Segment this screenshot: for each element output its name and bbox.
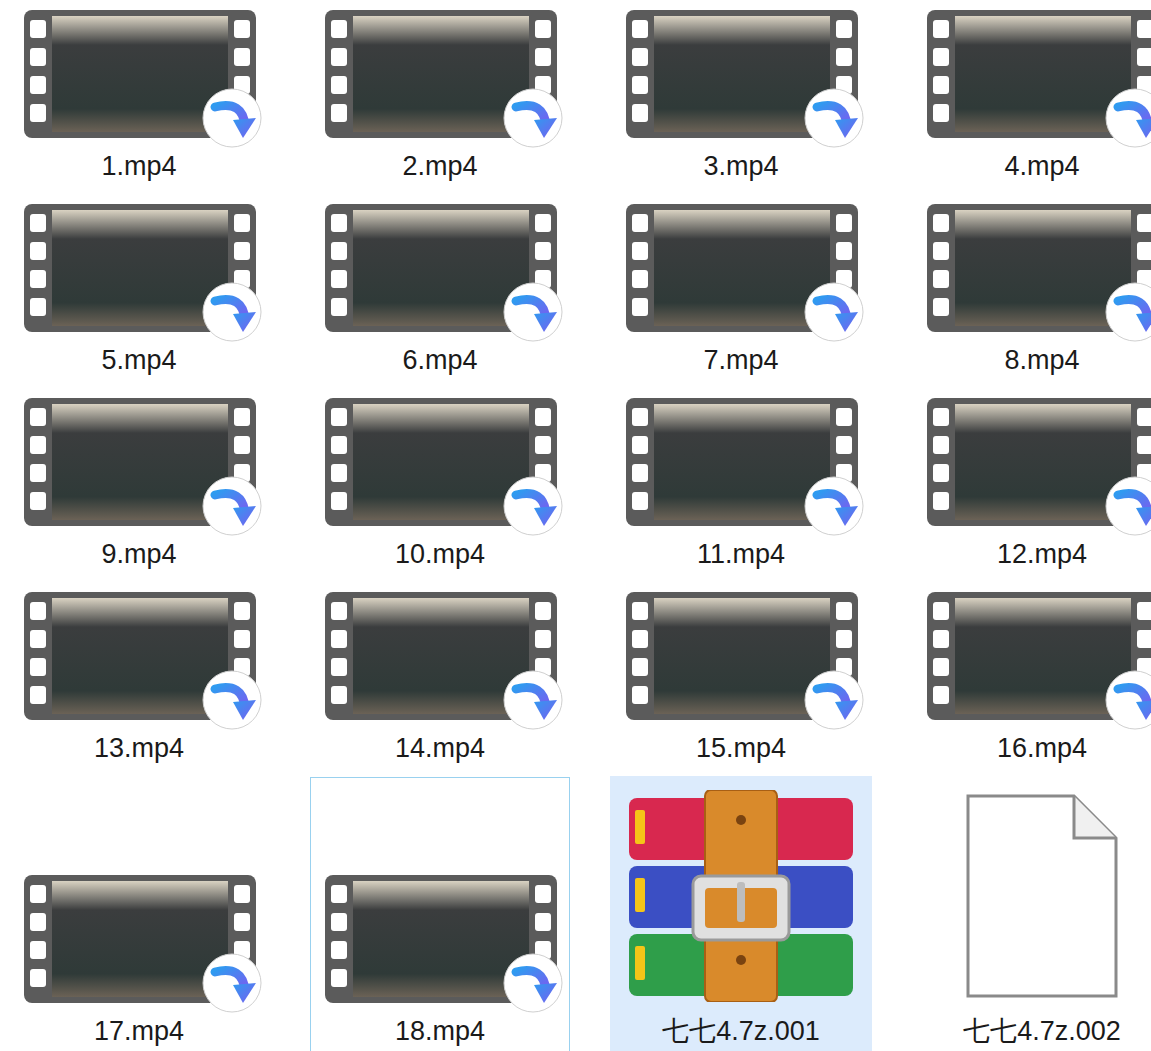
file-name[interactable]: 15.mp4 — [696, 732, 786, 764]
file-item[interactable]: 9.mp4 — [8, 388, 270, 582]
file-grid: 1.mp4 2.mp4 3.mp4 4.mp4 5.mp4 6.mp4 7.mp4 8.mp4… — [0, 0, 1151, 1051]
file-item[interactable]: 18.mp4 — [309, 776, 571, 1051]
video-thumbnail-icon[interactable] — [611, 592, 871, 732]
file-item[interactable]: 七七4.7z.002 — [911, 776, 1151, 1051]
file-item[interactable]: 3.mp4 — [610, 0, 872, 194]
file-name[interactable]: 13.mp4 — [94, 732, 184, 764]
blank-file-icon[interactable] — [912, 777, 1151, 1015]
video-thumbnail-icon[interactable] — [9, 398, 269, 538]
file-item[interactable]: 12.mp4 — [911, 388, 1151, 582]
video-thumbnail-icon[interactable] — [310, 10, 570, 150]
file-item[interactable]: 7.mp4 — [610, 194, 872, 388]
video-thumbnail-icon[interactable] — [912, 10, 1151, 150]
file-name[interactable]: 9.mp4 — [101, 538, 176, 570]
video-thumbnail-icon[interactable] — [912, 592, 1151, 732]
file-item[interactable]: 14.mp4 — [309, 582, 571, 776]
file-name[interactable]: 7.mp4 — [703, 344, 778, 376]
video-thumbnail-icon[interactable] — [310, 592, 570, 732]
file-name[interactable]: 12.mp4 — [997, 538, 1087, 570]
video-thumbnail-icon[interactable] — [9, 777, 269, 1015]
file-item[interactable]: 16.mp4 — [911, 582, 1151, 776]
file-name[interactable]: 18.mp4 — [395, 1015, 485, 1047]
file-name[interactable]: 1.mp4 — [101, 150, 176, 182]
file-item[interactable]: 10.mp4 — [309, 388, 571, 582]
file-name[interactable]: 14.mp4 — [395, 732, 485, 764]
video-thumbnail-icon[interactable] — [912, 204, 1151, 344]
video-thumbnail-icon[interactable] — [9, 10, 269, 150]
file-name[interactable]: 2.mp4 — [402, 150, 477, 182]
file-name[interactable]: 七七4.7z.001 — [662, 1015, 820, 1047]
video-thumbnail-icon[interactable] — [310, 398, 570, 538]
file-name[interactable]: 3.mp4 — [703, 150, 778, 182]
file-name[interactable]: 17.mp4 — [94, 1015, 184, 1047]
file-item[interactable]: 13.mp4 — [8, 582, 270, 776]
file-item[interactable]: 七七4.7z.001 — [610, 776, 872, 1051]
file-name[interactable]: 5.mp4 — [101, 344, 176, 376]
file-name[interactable]: 8.mp4 — [1004, 344, 1079, 376]
video-thumbnail-icon[interactable] — [611, 398, 871, 538]
video-thumbnail-icon[interactable] — [9, 592, 269, 732]
video-thumbnail-icon[interactable] — [310, 777, 570, 1015]
file-name[interactable]: 4.mp4 — [1004, 150, 1079, 182]
video-thumbnail-icon[interactable] — [611, 204, 871, 344]
file-item[interactable]: 4.mp4 — [911, 0, 1151, 194]
file-item[interactable]: 11.mp4 — [610, 388, 872, 582]
video-thumbnail-icon[interactable] — [611, 10, 871, 150]
file-item[interactable]: 8.mp4 — [911, 194, 1151, 388]
file-item[interactable]: 2.mp4 — [309, 0, 571, 194]
file-item[interactable]: 17.mp4 — [8, 776, 270, 1051]
video-thumbnail-icon[interactable] — [9, 204, 269, 344]
file-name[interactable]: 11.mp4 — [697, 538, 785, 570]
file-name[interactable]: 6.mp4 — [402, 344, 477, 376]
video-thumbnail-icon[interactable] — [912, 398, 1151, 538]
file-item[interactable]: 5.mp4 — [8, 194, 270, 388]
file-item[interactable]: 1.mp4 — [8, 0, 270, 194]
file-name[interactable]: 10.mp4 — [395, 538, 485, 570]
file-name[interactable]: 七七4.7z.002 — [963, 1015, 1121, 1047]
file-item[interactable]: 15.mp4 — [610, 582, 872, 776]
archive-icon[interactable] — [611, 777, 871, 1015]
file-name[interactable]: 16.mp4 — [997, 732, 1087, 764]
file-item[interactable]: 6.mp4 — [309, 194, 571, 388]
video-thumbnail-icon[interactable] — [310, 204, 570, 344]
